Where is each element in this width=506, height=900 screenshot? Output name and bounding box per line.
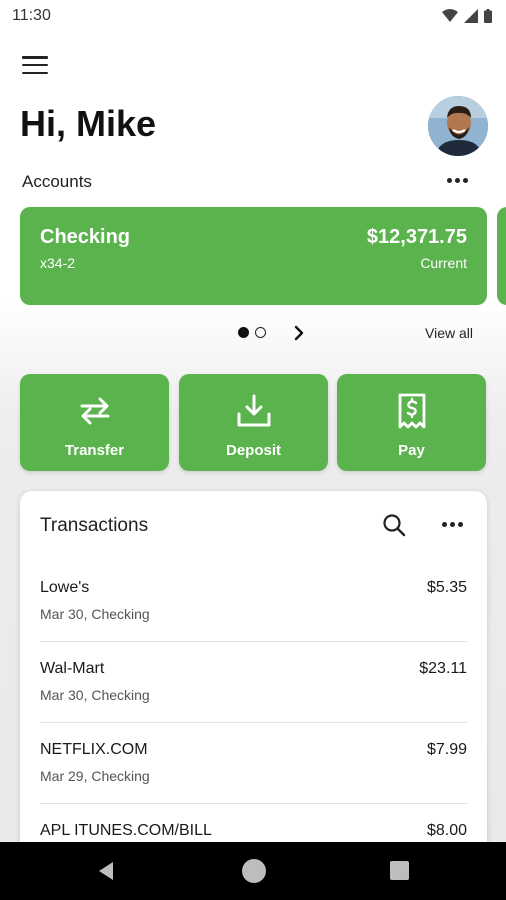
transaction-merchant: NETFLIX.COM [40, 741, 148, 758]
transaction-meta: Mar 30, Checking [40, 687, 150, 703]
wifi-icon [442, 9, 458, 22]
transactions-title: Transactions [40, 515, 149, 536]
deposit-label: Deposit [225, 442, 281, 459]
home-icon[interactable] [242, 859, 266, 883]
system-nav-bar [0, 842, 506, 900]
transfer-button[interactable]: Transfer [20, 374, 169, 471]
battery-icon [484, 9, 492, 23]
account-balance-type: Current [420, 255, 467, 271]
signal-icon [464, 9, 478, 23]
transaction-merchant: Lowe's [40, 579, 90, 596]
search-icon[interactable] [382, 513, 406, 537]
transaction-amount: $5.35 [426, 579, 467, 596]
transactions-card: Transactions Lowe's Mar 30, Checking $5.… [20, 491, 487, 900]
account-name: Checking [40, 226, 131, 248]
deposit-button[interactable]: Deposit [179, 374, 328, 471]
transactions-list: Lowe's Mar 30, Checking $5.35 Wal-Mart M… [20, 561, 487, 885]
pager-dot-active[interactable] [238, 327, 249, 338]
pay-label: Pay [398, 442, 425, 459]
status-bar: 11:30 [0, 0, 506, 32]
menu-icon[interactable] [22, 54, 48, 76]
status-icons [442, 9, 492, 23]
transfer-label: Transfer [64, 442, 125, 459]
greeting-title: Hi, Mike [20, 103, 157, 144]
avatar[interactable] [428, 96, 488, 156]
transaction-meta: Mar 30, Checking [40, 606, 150, 622]
accounts-more-icon[interactable] [447, 178, 468, 183]
transfer-arrows-icon [80, 397, 109, 425]
accounts-heading: Accounts [22, 172, 92, 191]
transaction-row[interactable]: NETFLIX.COM Mar 29, Checking $7.99 [40, 723, 467, 804]
transaction-amount: $23.11 [419, 660, 467, 677]
chevron-right-icon[interactable] [290, 323, 308, 343]
transaction-amount: $8.00 [426, 822, 467, 839]
transaction-merchant: APL ITUNES.COM/BILL [40, 822, 212, 839]
status-time: 11:30 [12, 7, 51, 24]
back-icon[interactable] [97, 861, 115, 881]
account-balance: $12,371.75 [366, 226, 467, 248]
account-card-checking[interactable]: Checking x34-2 $12,371.75 Current [20, 207, 487, 305]
transaction-row[interactable]: Lowe's Mar 30, Checking $5.35 [40, 561, 467, 642]
pay-button[interactable]: Pay [337, 374, 486, 471]
transaction-amount: $7.99 [426, 741, 467, 758]
transaction-merchant: Wal-Mart [40, 660, 105, 677]
view-all-link[interactable]: View all [425, 325, 473, 341]
transaction-row[interactable]: Wal-Mart Mar 30, Checking $23.11 [40, 642, 467, 723]
profile-photo [428, 96, 488, 156]
transactions-more-icon[interactable] [442, 522, 463, 527]
account-number: x34-2 [40, 255, 76, 271]
account-pager [238, 327, 266, 338]
receipt-dollar-icon [398, 393, 425, 429]
recents-icon[interactable] [390, 861, 409, 880]
download-tray-icon [237, 394, 270, 427]
pager-dot[interactable] [255, 327, 266, 338]
transaction-meta: Mar 29, Checking [40, 768, 150, 784]
account-card-next-peek[interactable] [497, 207, 506, 305]
